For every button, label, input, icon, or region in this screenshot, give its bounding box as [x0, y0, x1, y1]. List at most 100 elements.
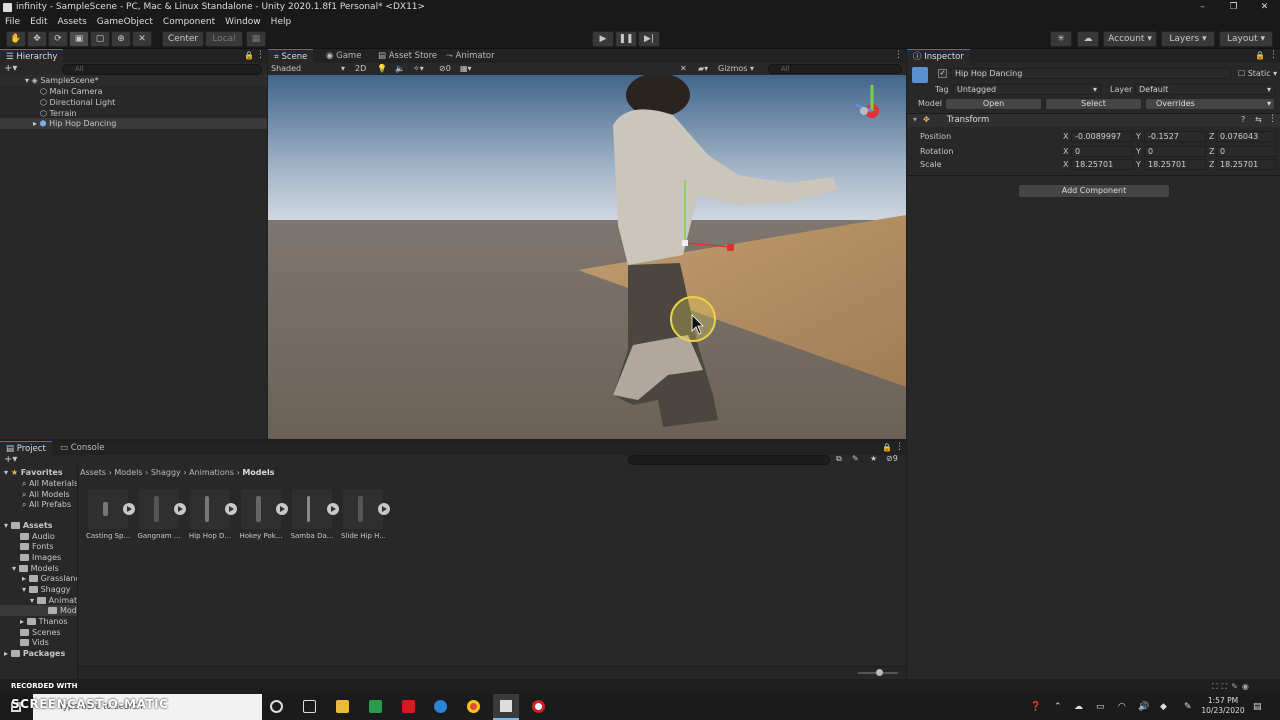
layout-dropdown[interactable]: Layout ▾ — [1219, 31, 1273, 47]
tab-scene[interactable]: ⌗ Scene — [268, 49, 314, 63]
onedrive-icon[interactable]: ☁ — [1074, 702, 1083, 712]
pivot-center-toggle[interactable]: Center — [162, 31, 204, 47]
help-icon[interactable]: ❓ — [1030, 702, 1041, 712]
hand-tool-icon[interactable]: ✋ — [6, 31, 26, 47]
wifi-icon[interactable]: ◠ — [1118, 702, 1126, 712]
pen-icon[interactable]: ✎ — [1184, 702, 1192, 712]
hierarchy-item-directional-light[interactable]: ⬡ Directional Light — [40, 97, 115, 108]
slider-handle[interactable] — [876, 669, 883, 676]
breadcrumb-animations[interactable]: Animations — [189, 468, 234, 477]
favorite-icon[interactable]: ★ — [870, 454, 877, 463]
assets-root[interactable]: ▾ Assets — [4, 520, 53, 531]
play-icon[interactable] — [378, 503, 390, 515]
folder-vids[interactable]: Vids — [20, 637, 49, 648]
custom-tool-icon[interactable]: ✕ — [132, 31, 152, 47]
shading-mode-dropdown[interactable]: Shaded ▾ — [271, 63, 347, 75]
folder-thanos[interactable]: ▸ Thanos — [20, 616, 68, 627]
favorite-all-prefabs[interactable]: ⌕ All Prefabs — [22, 499, 71, 510]
layers-dropdown[interactable]: Layers ▾ — [1161, 31, 1215, 47]
play-icon[interactable] — [225, 503, 237, 515]
play-icon[interactable] — [327, 503, 339, 515]
scene-search-input[interactable]: All — [768, 64, 902, 74]
position-x-field[interactable]: -0.0089997 — [1071, 131, 1133, 142]
position-y-field[interactable]: -0.1527 — [1144, 131, 1206, 142]
scene-viewport[interactable] — [268, 75, 906, 439]
2d-toggle[interactable]: 2D — [355, 63, 366, 75]
add-component-button[interactable]: Add Component — [1018, 184, 1170, 198]
tab-inspector[interactable]: ⓘ Inspector — [907, 49, 970, 63]
more-options-icon[interactable]: ⋮ — [895, 442, 904, 452]
pause-button[interactable]: ❚❚ — [615, 31, 637, 47]
chrome-icon[interactable] — [467, 700, 480, 713]
cortana-icon[interactable] — [270, 700, 283, 713]
asset-item[interactable]: Samba Da... — [291, 489, 342, 540]
play-icon[interactable] — [123, 503, 135, 515]
grid-icon[interactable]: ▦▾ — [460, 63, 472, 75]
filter-type-icon[interactable]: ⧉ — [836, 454, 842, 464]
hidden-objects-toggle[interactable]: ⊘0 — [439, 63, 451, 75]
transform-header[interactable]: ▾ ✥ Transform ? ⇆ ⋮ — [907, 113, 1280, 127]
file-explorer-icon[interactable] — [336, 700, 349, 713]
asset-item[interactable]: Hokey Pok... — [239, 489, 291, 540]
overrides-dropdown[interactable]: Overrides ▾ — [1145, 98, 1275, 110]
favorites-header[interactable]: ▾ ★ Favorites — [4, 467, 63, 478]
create-asset-button[interactable]: +▾ — [4, 454, 17, 465]
camera-icon[interactable]: ▰▾ — [698, 63, 708, 75]
store-icon[interactable] — [369, 700, 382, 713]
tab-animator[interactable]: ⤳ Animator — [440, 49, 501, 63]
battery-icon[interactable]: ▭ — [1096, 702, 1105, 712]
active-checkbox[interactable]: ✓ — [938, 69, 947, 78]
folder-shaggy[interactable]: ▾ Shaggy — [22, 584, 71, 595]
breadcrumb-current[interactable]: Models — [242, 468, 274, 477]
scale-x-field[interactable]: 18.25701 — [1071, 159, 1133, 170]
breadcrumb-shaggy[interactable]: Shaggy — [151, 468, 181, 477]
center-handle-icon[interactable] — [682, 240, 688, 246]
menu-component[interactable]: Component — [158, 15, 220, 29]
more-options-icon[interactable]: ⋮ — [1269, 50, 1278, 60]
effects-icon[interactable]: ✧▾ — [413, 63, 424, 75]
unity-taskbar-button[interactable] — [493, 694, 519, 720]
breadcrumb-assets[interactable]: Assets — [80, 468, 106, 477]
folder-grassland[interactable]: ▸ Grassland — [22, 573, 77, 584]
clock[interactable]: 1:57 PM 10/23/2020 — [1200, 696, 1246, 716]
rect-tool-icon[interactable]: ▢ — [90, 31, 110, 47]
scene-root[interactable]: ▾ ◈ SampleScene* — [0, 75, 267, 86]
dropbox-icon[interactable]: ◆ — [1160, 702, 1167, 712]
notifications-icon[interactable]: ▤ — [1253, 702, 1262, 712]
project-search-input[interactable] — [628, 455, 830, 465]
menu-window[interactable]: Window — [220, 15, 266, 29]
rotate-tool-icon[interactable]: ⟳ — [48, 31, 68, 47]
folder-images[interactable]: Images — [20, 552, 61, 563]
position-z-field[interactable]: 0.076043 — [1216, 131, 1276, 142]
minimize-button[interactable]: – — [1187, 0, 1218, 15]
folder-fonts[interactable]: Fonts — [20, 541, 54, 552]
audio-icon[interactable]: 🔈 — [395, 63, 405, 75]
layer-dropdown[interactable]: Default ▾ — [1135, 84, 1275, 95]
tab-console[interactable]: ▭ Console — [54, 441, 110, 455]
folder-animation-models[interactable]: Models — [0, 605, 77, 616]
menu-help[interactable]: Help — [266, 15, 297, 29]
step-button[interactable]: ▶| — [638, 31, 660, 47]
preset-icon[interactable]: ⇆ — [1255, 115, 1262, 124]
rotation-x-field[interactable]: 0 — [1071, 146, 1133, 157]
edge-icon[interactable] — [434, 700, 447, 713]
more-options-icon[interactable]: ⋮ — [894, 50, 903, 60]
menu-gameobject[interactable]: GameObject — [92, 15, 158, 29]
netflix-icon[interactable] — [402, 700, 415, 713]
tools-icon[interactable]: ✕ — [680, 63, 687, 75]
screencast-record-icon[interactable] — [532, 700, 545, 713]
filter-label-icon[interactable]: ✎ — [852, 454, 859, 463]
play-icon[interactable] — [174, 503, 186, 515]
play-button[interactable]: ▶ — [592, 31, 614, 47]
scale-y-field[interactable]: 18.25701 — [1144, 159, 1206, 170]
rotation-z-field[interactable]: 0 — [1216, 146, 1276, 157]
rotation-y-field[interactable]: 0 — [1144, 146, 1206, 157]
component-menu-icon[interactable]: ⋮ — [1268, 114, 1277, 124]
tag-dropdown[interactable]: Untagged ▾ — [953, 84, 1101, 95]
tab-hierarchy[interactable]: ☰ Hierarchy — [0, 49, 64, 63]
menu-file[interactable]: File — [0, 15, 25, 29]
help-icon[interactable]: ? — [1241, 115, 1245, 124]
lock-icon[interactable]: 🔒 — [244, 51, 254, 60]
gizmos-dropdown[interactable]: Gizmos ▾ — [718, 63, 754, 75]
tray-expand-icon[interactable]: ⌃ — [1054, 702, 1062, 712]
